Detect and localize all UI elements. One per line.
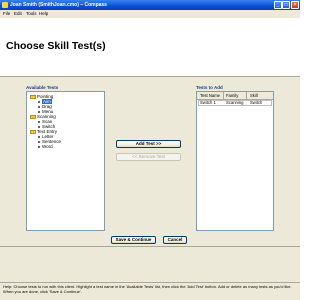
maximize-button[interactable]: □ [282, 1, 290, 9]
remove-test-button[interactable]: << Remove Test [116, 153, 181, 161]
bullet-icon [38, 111, 41, 114]
menu-file[interactable]: File [3, 10, 10, 18]
bottom-divider [0, 246, 300, 247]
bullet-icon [38, 146, 41, 149]
bullet-icon [38, 126, 41, 129]
bullet-icon [38, 141, 41, 144]
add-test-button[interactable]: Add Test >> [116, 140, 181, 148]
help-bar: Help: Choose tests to run with this clie… [0, 282, 300, 300]
column-header-skill[interactable]: Skill [250, 93, 258, 98]
folder-icon [30, 115, 36, 119]
bullet-icon [38, 136, 41, 139]
menu-tools[interactable]: Tools [26, 10, 37, 18]
column-header-family[interactable]: Family [226, 93, 238, 98]
cancel-button[interactable]: Cancel [163, 236, 187, 244]
folder-icon [30, 130, 36, 134]
table-cell-skill: Switch [250, 100, 263, 105]
table-cell-test-name: Switch 1 [200, 100, 216, 105]
header-divider [0, 76, 300, 77]
app-window: Joan Smith (SmithJoan.cmo) – Compass _ □… [0, 0, 300, 300]
available-tests-tree[interactable]: Pointing Aim Drag Menu Scanning Scan Swi… [26, 91, 105, 231]
tests-to-add-title: Tests to Add [196, 85, 223, 90]
column-divider [223, 92, 224, 99]
tests-to-add-table[interactable]: Test Name Family Skill Switch 1 Scanning… [196, 91, 274, 231]
minimize-button[interactable]: _ [274, 1, 282, 9]
compass-app-icon [2, 2, 8, 8]
title-bar[interactable]: Joan Smith (SmithJoan.cmo) – Compass _ □… [0, 0, 300, 10]
bullet-icon [38, 101, 41, 104]
close-button[interactable]: × [291, 1, 299, 9]
window-title: Joan Smith (SmithJoan.cmo) – Compass [10, 2, 107, 8]
table-cell-family: Scanning [226, 100, 244, 105]
column-header-test-name[interactable]: Test Name [200, 93, 220, 98]
bullet-icon [38, 121, 41, 124]
column-divider [246, 92, 247, 99]
menu-edit[interactable]: Edit [14, 10, 22, 18]
available-tests-title: Available Tests [26, 85, 59, 90]
help-text: Help: Choose tests to run with this clie… [3, 284, 292, 294]
save-continue-button[interactable]: Save & Continue [111, 236, 156, 244]
bullet-icon [38, 106, 41, 109]
folder-icon [30, 95, 36, 99]
menu-bar: File Edit Tools Help [0, 10, 300, 18]
menu-help[interactable]: Help [39, 10, 48, 18]
page-title: Choose Skill Test(s) [6, 40, 106, 52]
tree-item-word[interactable]: Word [42, 144, 53, 149]
